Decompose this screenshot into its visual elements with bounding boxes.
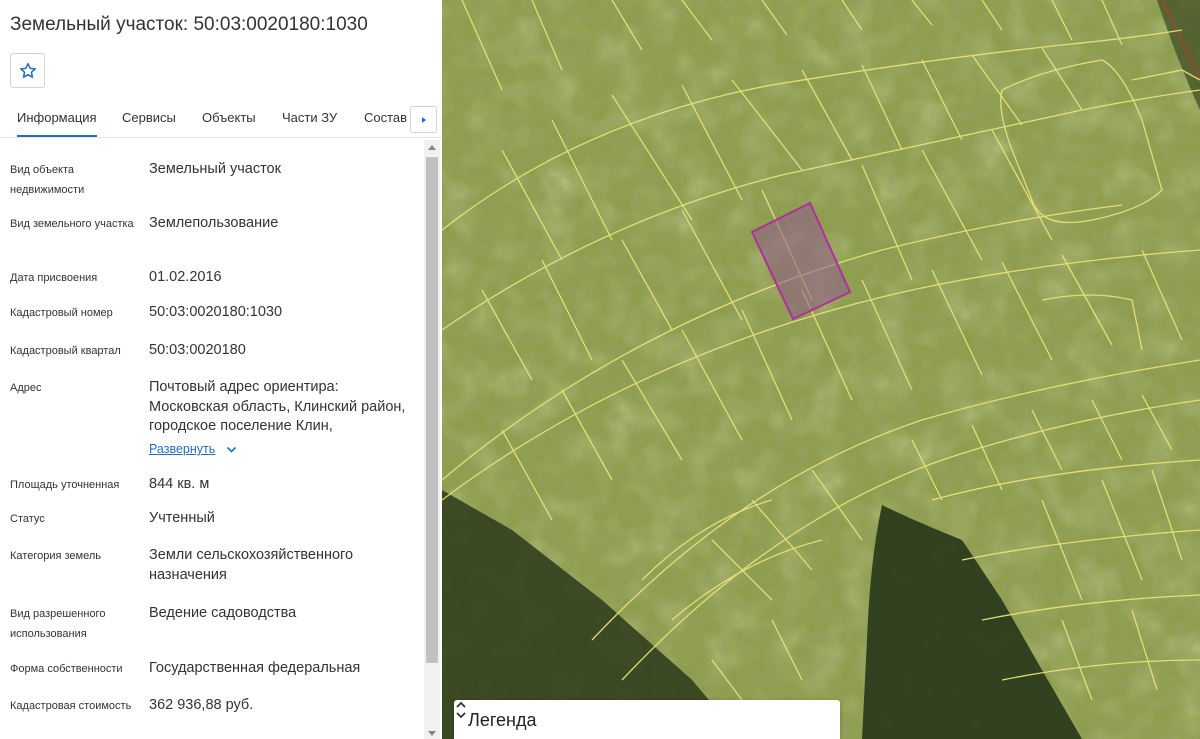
chevron-down-icon[interactable] bbox=[226, 446, 237, 454]
info-panel: Земельный участок: 50:03:0020180:1030 Ин… bbox=[0, 0, 442, 739]
expand-address-link[interactable]: Развернуть bbox=[149, 442, 215, 456]
field-value: Государственная федеральная bbox=[149, 660, 361, 676]
tab-bar: Информация Сервисы Объекты Части ЗУ Сост… bbox=[0, 100, 442, 138]
tabs-scroll-right-button[interactable] bbox=[410, 106, 437, 133]
field-label: Кадастровый номер bbox=[10, 307, 113, 319]
field-value: 50:03:0020180 bbox=[149, 342, 246, 358]
field-value: Земельный участок bbox=[149, 161, 281, 177]
field-label: Вид объекта недвижимости bbox=[10, 164, 85, 196]
field-value: 844 кв. м bbox=[149, 476, 210, 492]
legend-title: Легенда bbox=[468, 710, 537, 730]
field-label: Форма собственности bbox=[10, 663, 123, 675]
tab-information[interactable]: Информация bbox=[17, 110, 97, 137]
field-value: Землепользование bbox=[149, 215, 279, 231]
favorite-button[interactable] bbox=[10, 53, 45, 88]
field-value-address: Почтовый адрес ориентира: Московская обл… bbox=[149, 379, 406, 434]
map-view[interactable]: Легенда bbox=[442, 0, 1200, 739]
field-label: Площадь уточненная bbox=[10, 479, 120, 491]
field-value: 50:03:0020180:1030 bbox=[149, 304, 283, 320]
triangle-right-icon bbox=[421, 116, 426, 123]
field-value: 362 936,88 руб. bbox=[149, 697, 254, 713]
field-value: Учтенный bbox=[149, 510, 215, 526]
tab-parcel-parts[interactable]: Части ЗУ bbox=[282, 110, 337, 125]
star-outline-icon bbox=[19, 62, 36, 78]
field-label: Адрес bbox=[10, 382, 42, 394]
tab-composition[interactable]: Состав bbox=[364, 110, 407, 125]
scroll-thumb[interactable] bbox=[426, 157, 438, 663]
field-label: Кадастровый квартал bbox=[10, 345, 121, 357]
scroll-down-arrow-icon[interactable] bbox=[428, 731, 436, 736]
legend-panel[interactable]: Легенда bbox=[454, 700, 840, 739]
field-value: Ведение садоводства bbox=[149, 605, 297, 621]
scroll-up-arrow-icon[interactable] bbox=[428, 145, 436, 150]
satellite-map[interactable] bbox=[442, 0, 1200, 739]
chevron-up-down-icon[interactable] bbox=[454, 700, 468, 720]
field-value: 01.02.2016 bbox=[149, 269, 222, 285]
tab-objects[interactable]: Объекты bbox=[202, 110, 256, 125]
scrollbar[interactable] bbox=[424, 140, 440, 739]
field-label: Статус bbox=[10, 513, 45, 525]
field-label: Кадастровая стоимость bbox=[10, 700, 132, 712]
page-title: Земельный участок: 50:03:0020180:1030 bbox=[10, 14, 368, 35]
field-label: Вид земельного участка bbox=[10, 218, 134, 230]
field-label: Категория земель bbox=[10, 550, 101, 562]
expand-label: Развернуть bbox=[149, 442, 216, 456]
field-label: Вид разрешенного использования bbox=[10, 608, 106, 640]
field-label: Дата присвоения bbox=[10, 272, 98, 284]
field-value: Земли сельскохозяйственного назначения bbox=[149, 547, 354, 583]
tab-services[interactable]: Сервисы bbox=[122, 110, 176, 125]
info-fields-list[interactable]: Вид объекта недвижимости Земельный участ… bbox=[0, 140, 442, 739]
